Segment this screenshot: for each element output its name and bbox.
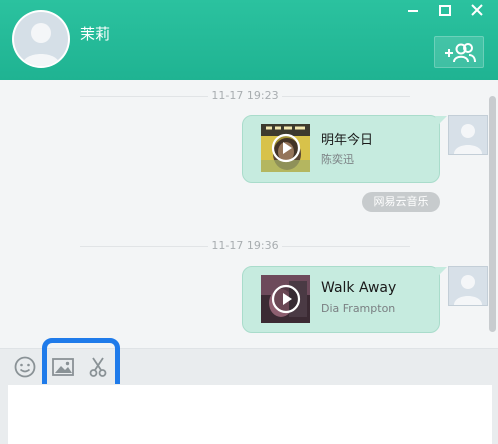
default-avatar-icon	[449, 116, 487, 154]
bubble-tail-icon	[435, 267, 447, 277]
minimize-button[interactable]	[402, 2, 424, 20]
music-message-bubble[interactable]: Walk Away Dia Frampton	[242, 266, 447, 333]
song-title: Walk Away	[321, 280, 397, 296]
timestamp: 11-17 19:36	[211, 239, 279, 252]
source-tag[interactable]: 网易云音乐	[362, 192, 440, 212]
add-member-button[interactable]	[434, 36, 484, 68]
album-cover[interactable]	[261, 275, 310, 323]
music-message-bubble[interactable]: 明年今日 陈奕迅	[242, 115, 447, 183]
timestamp-divider: 11-17 19:36	[80, 239, 410, 253]
play-icon[interactable]	[271, 133, 301, 163]
timestamp-divider: 11-17 19:23	[80, 89, 410, 103]
maximize-button[interactable]	[434, 2, 456, 20]
contact-name: 茉莉	[80, 25, 111, 43]
emoji-button[interactable]	[13, 355, 37, 379]
minimize-icon	[408, 10, 418, 12]
message-input[interactable]	[8, 385, 492, 444]
bubble-tail-icon	[435, 116, 447, 126]
emoji-icon	[14, 356, 36, 378]
self-avatar[interactable]	[448, 115, 488, 155]
contact-avatar[interactable]	[12, 10, 70, 68]
add-people-icon	[445, 43, 476, 63]
close-icon	[471, 4, 483, 16]
screenshot-button[interactable]	[86, 355, 110, 379]
album-cover[interactable]	[261, 124, 310, 172]
image-icon	[52, 358, 74, 376]
close-button[interactable]	[466, 2, 488, 20]
timestamp: 11-17 19:23	[211, 89, 279, 102]
scissors-icon	[89, 357, 107, 377]
self-avatar[interactable]	[448, 266, 488, 306]
input-toolbar	[0, 348, 498, 384]
chat-area: 11-17 19:23 明年今日 陈奕迅 网易云音乐 11-17 19:36 W…	[0, 80, 498, 348]
chat-header: 茉莉	[0, 0, 498, 80]
play-icon[interactable]	[271, 284, 301, 314]
scrollbar-thumb[interactable]	[489, 96, 496, 332]
maximize-icon	[439, 5, 451, 16]
image-button[interactable]	[51, 355, 75, 379]
default-avatar-icon	[449, 267, 487, 305]
song-artist: 陈奕迅	[321, 153, 354, 166]
default-avatar-icon	[14, 12, 68, 66]
song-title: 明年今日	[321, 133, 374, 148]
song-artist: Dia Frampton	[321, 302, 396, 315]
